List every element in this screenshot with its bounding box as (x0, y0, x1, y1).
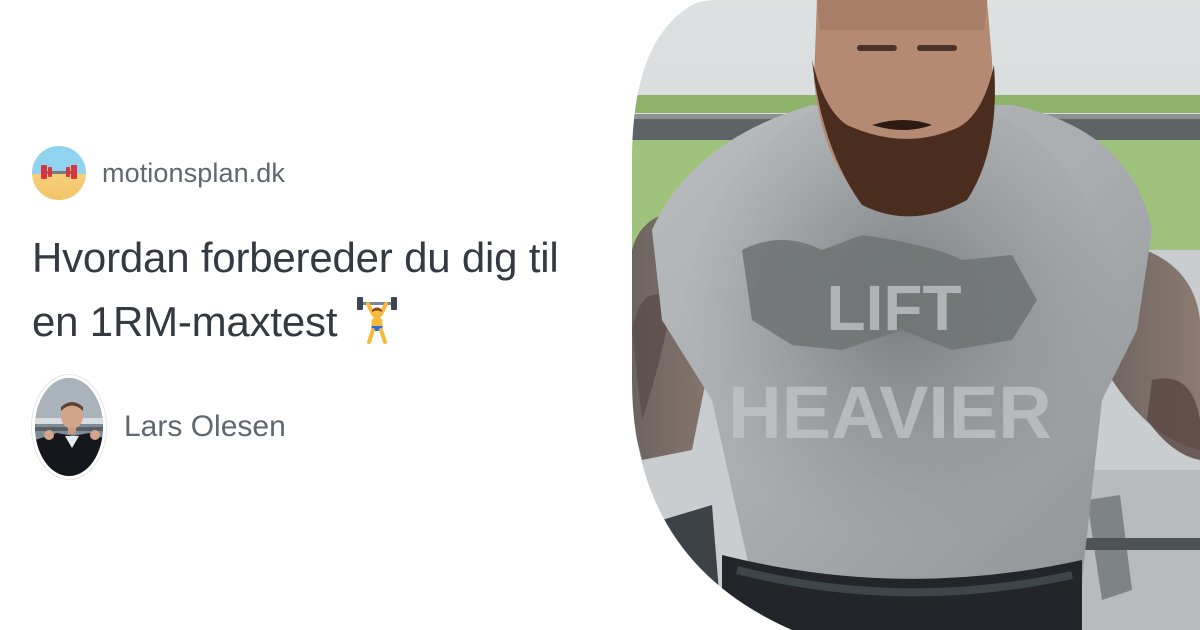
site-name[interactable]: motionsplan.dk (102, 158, 285, 189)
article-title[interactable]: Hvordan forbereder du dig til en 1RM-max… (32, 226, 612, 354)
hero-photo: LIFT HEAVIER (632, 0, 1200, 630)
article-title-line2: en 1RM-maxtest (32, 298, 338, 345)
site-logo-icon (32, 146, 86, 200)
site-header[interactable]: motionsplan.dk (32, 146, 285, 200)
shirt-text-line1: LIFT (826, 272, 961, 344)
author-avatar[interactable] (32, 375, 106, 479)
person-lifting-weights-icon (356, 297, 397, 344)
shirt-text-line2: HEAVIER (728, 371, 1051, 454)
card-text-panel: motionsplan.dk Hvordan forbereder du dig… (0, 0, 632, 630)
author-name[interactable]: Lars Olesen (124, 410, 286, 444)
hero-photo-image: LIFT HEAVIER (632, 0, 1200, 630)
article-title-line1: Hvordan forbereder du dig til (32, 234, 559, 281)
author-byline[interactable]: Lars Olesen (32, 375, 286, 479)
